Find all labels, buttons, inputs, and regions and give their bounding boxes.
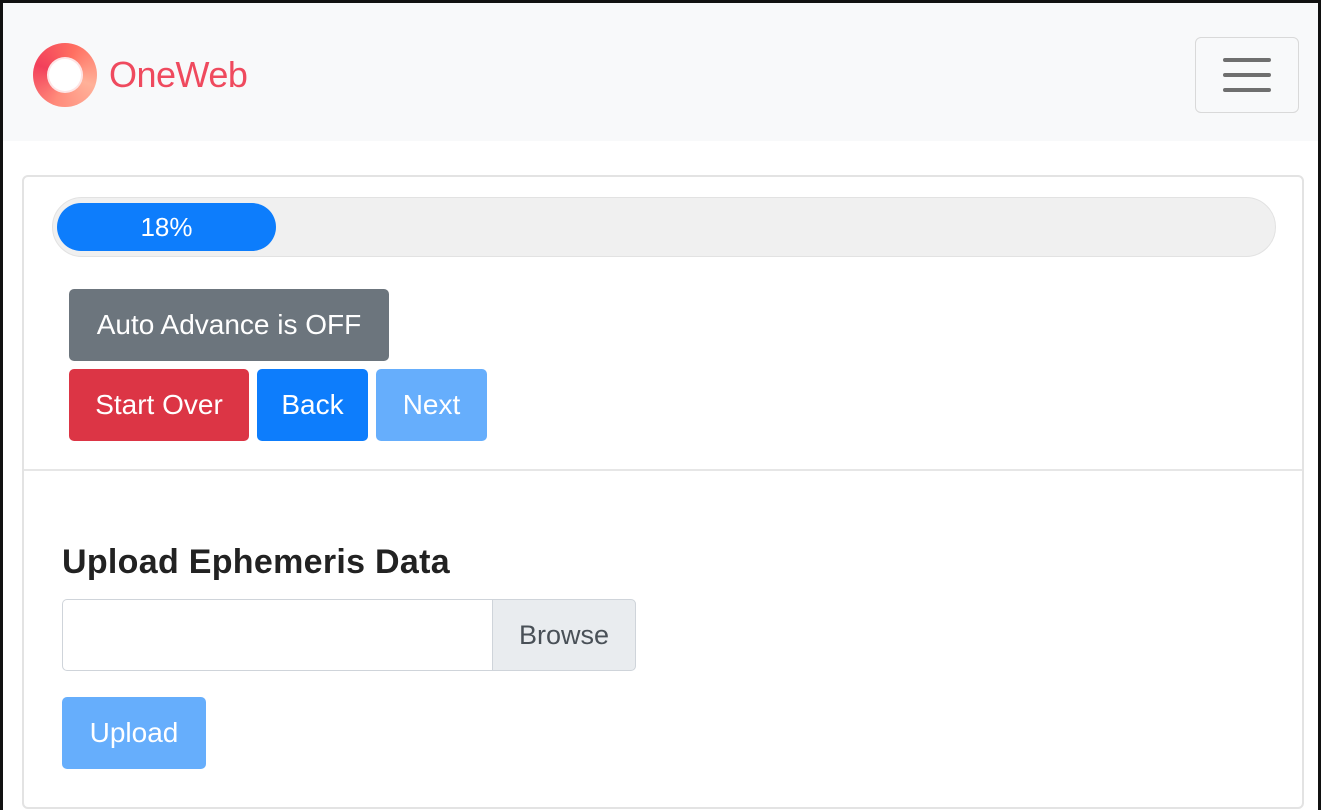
oneweb-logo-icon bbox=[33, 43, 97, 107]
app-window: OneWeb 18% Auto Advance is OFF Start Ove… bbox=[0, 0, 1321, 810]
start-over-button[interactable]: Start Over bbox=[69, 369, 249, 441]
upload-button[interactable]: Upload bbox=[62, 697, 206, 769]
next-button[interactable]: Next bbox=[376, 369, 487, 441]
file-path-input[interactable] bbox=[62, 599, 492, 671]
progress-track: 18% bbox=[52, 197, 1276, 257]
wizard-card: 18% Auto Advance is OFF Start Over Back … bbox=[22, 175, 1304, 809]
brand-link[interactable]: OneWeb bbox=[33, 43, 248, 107]
auto-advance-toggle-button[interactable]: Auto Advance is OFF bbox=[69, 289, 389, 361]
file-picker: Browse bbox=[62, 599, 636, 671]
hamburger-menu-icon bbox=[1223, 58, 1271, 62]
progress-bar: 18% bbox=[57, 203, 276, 251]
navbar: OneWeb bbox=[3, 3, 1318, 141]
brand-name: OneWeb bbox=[109, 54, 248, 95]
upload-section-title: Upload Ephemeris Data bbox=[62, 543, 450, 581]
wizard-controls-section: 18% Auto Advance is OFF Start Over Back … bbox=[24, 177, 1302, 471]
browse-button[interactable]: Browse bbox=[492, 599, 636, 671]
back-button[interactable]: Back bbox=[257, 369, 368, 441]
menu-toggle-button[interactable] bbox=[1195, 37, 1299, 113]
